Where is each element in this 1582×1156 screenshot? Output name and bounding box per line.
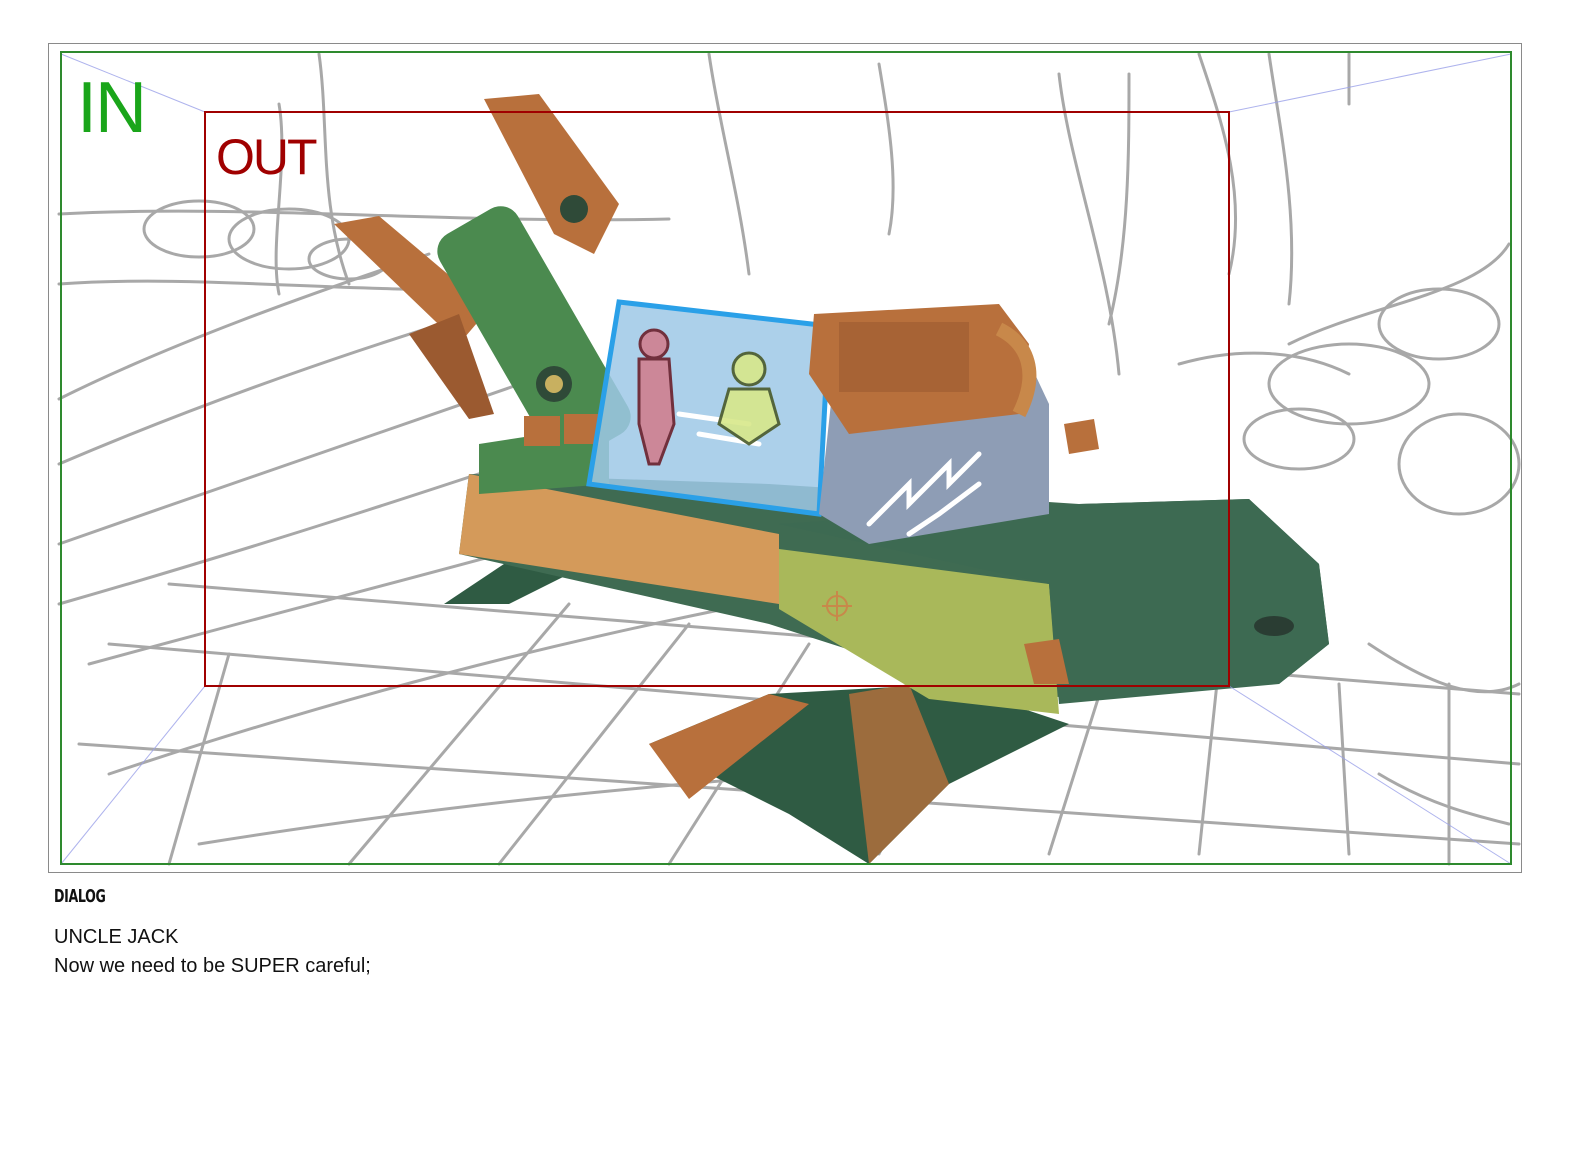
vehicle-illustration [334, 94, 1329, 864]
dialog-heading: DIALOG [54, 886, 106, 907]
in-label: IN [77, 68, 147, 148]
dialog-speaker: UNCLE JACK [54, 926, 179, 948]
storyboard-panel: IN OUT [48, 43, 1522, 873]
dialog-line: Now we need to be SUPER careful; [54, 955, 371, 977]
out-label: OUT [216, 129, 318, 185]
